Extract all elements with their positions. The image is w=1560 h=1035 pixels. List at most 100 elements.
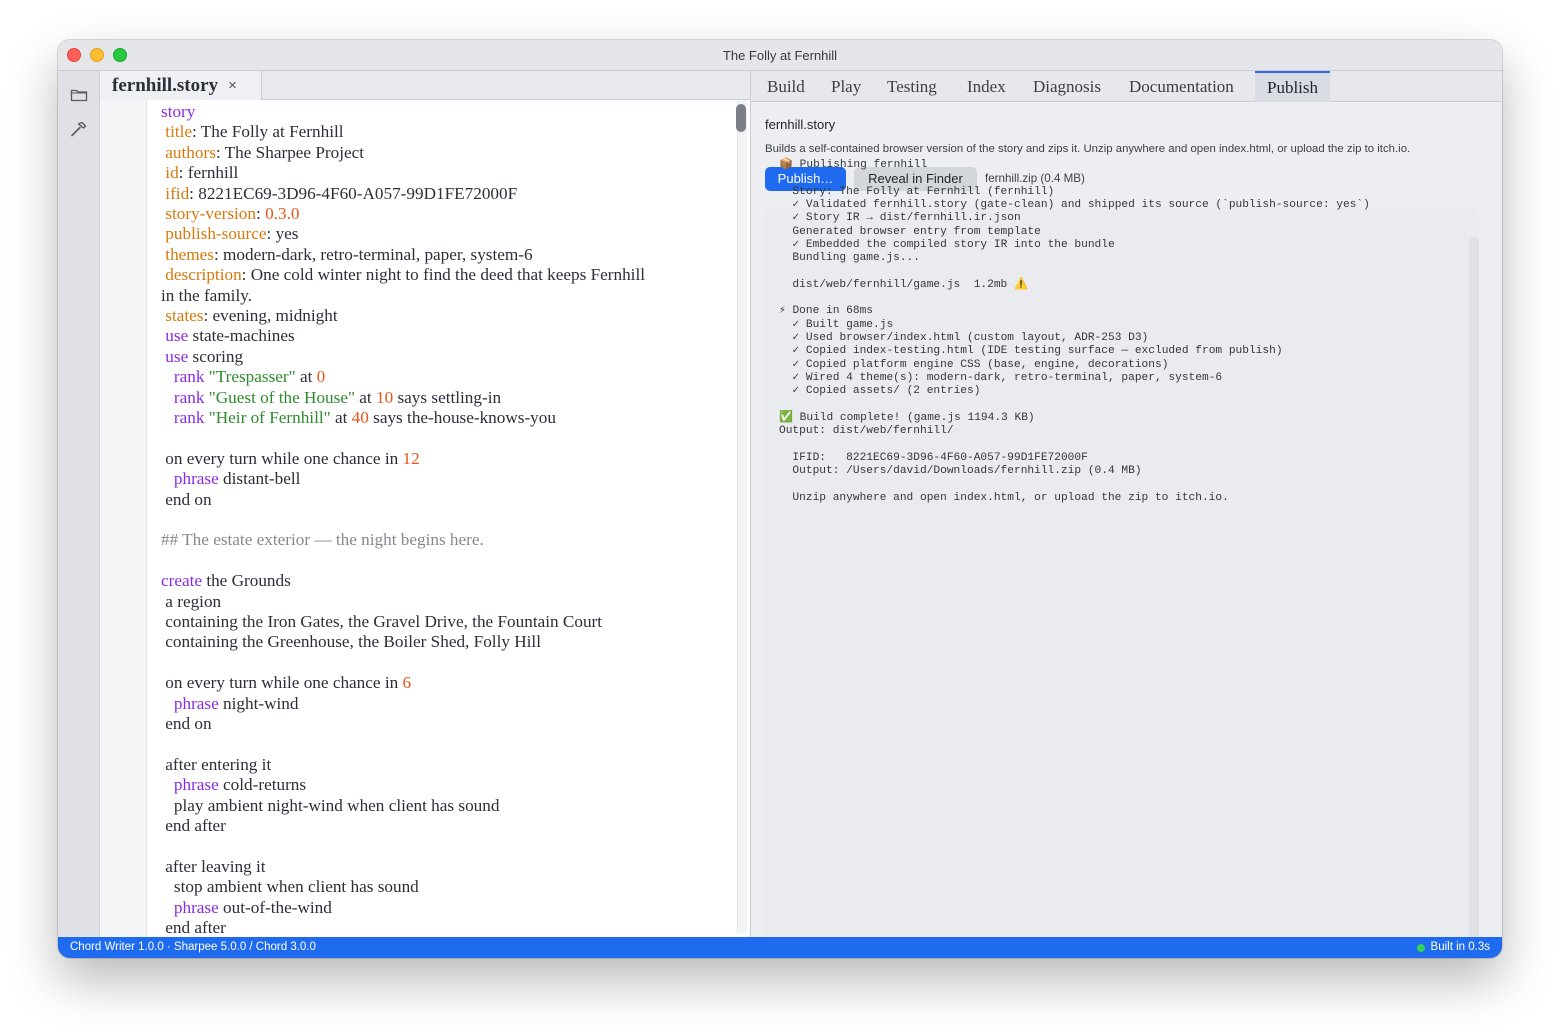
editor-scrollbar-track[interactable]: [737, 100, 747, 933]
code-line[interactable]: 9 description: One cold winter night to …: [147, 265, 732, 285]
code-line[interactable]: 40 end after: [147, 918, 732, 937]
tool-tab-bar: Build Play Testing Index Diagnosis Documentat…: [751, 71, 1502, 102]
code-token: : modern-dark, retro-terminal, paper, sy…: [213, 244, 533, 264]
code-line[interactable]: 36: [147, 836, 732, 856]
code-line[interactable]: 11 use state-machines: [147, 326, 732, 346]
line-text: rank "Guest of the House" at 10 says set…: [161, 388, 501, 408]
code-token: rank: [173, 387, 205, 407]
code-line[interactable]: 30 end on: [147, 714, 732, 734]
code-token: distant-bell: [218, 469, 301, 489]
code-line[interactable]: 14 rank "Guest of the House" at 10 says …: [147, 388, 732, 408]
code-line[interactable]: 20: [147, 510, 732, 530]
code-line[interactable]: 25 containing the Iron Gates, the Gravel…: [147, 612, 732, 632]
code-line[interactable]: 35 end after: [147, 816, 732, 836]
code-line[interactable]: 13 rank "Trespasser" at 0: [147, 367, 732, 387]
code-line[interactable]: 10 states: evening, midnight: [147, 306, 732, 326]
code-token: phrase: [173, 693, 219, 713]
code-token: the Grounds: [202, 571, 291, 591]
code-line[interactable]: 32 after entering it: [147, 755, 732, 775]
code-line[interactable]: 34 play ambient night-wind when client h…: [147, 796, 732, 816]
log-line: ⚡ Done in 68ms: [779, 305, 874, 318]
code-token: a region: [161, 591, 222, 611]
code-line[interactable]: 15 rank "Heir of Fernhill" at 40 says th…: [147, 408, 732, 428]
code-line[interactable]: 6 story-version: 0.3.0: [147, 204, 732, 224]
hammer-icon[interactable]: [69, 119, 89, 139]
code-line[interactable]: 31: [147, 734, 732, 754]
log-line: Story: The Folly at Fernhill (fernhill): [779, 185, 1055, 198]
code-editor[interactable]: 1story2 title: The Folly at Fernhill3 au…: [147, 100, 732, 937]
folder-icon[interactable]: [69, 85, 89, 105]
build-status: Built in 0.3s: [1416, 937, 1490, 958]
code-token: scoring: [188, 346, 244, 366]
log-line: Output: dist/web/fernhill/: [779, 425, 954, 437]
code-line[interactable]: 39 phrase out-of-the-wind: [147, 898, 732, 918]
code-line[interactable]: 33 phrase cold-returns: [147, 775, 732, 795]
log-line: ✓ Built game.js: [779, 318, 894, 331]
code-token: "Guest of the House": [208, 387, 355, 407]
code-line[interactable]: 37 after leaving it: [147, 857, 732, 877]
line-text: themes: modern-dark, retro-terminal, pap…: [161, 244, 533, 265]
code-line[interactable]: 18 phrase distant-bell: [147, 469, 732, 489]
code-token: state-machines: [188, 326, 295, 346]
line-text: after entering it: [161, 755, 271, 775]
line-text: ## The estate exterior — the night begin…: [161, 530, 484, 550]
code-token: play ambient night-wind when client has …: [161, 795, 500, 815]
tab-documentation[interactable]: Documentation: [1117, 71, 1246, 102]
code-line[interactable]: 23create the Grounds: [147, 571, 732, 591]
tab-diagnosis[interactable]: Diagnosis: [1021, 71, 1113, 102]
log-line: ✓ Copied platform engine CSS (base, engi…: [779, 358, 1169, 371]
code-line[interactable]: 16: [147, 428, 732, 448]
code-token: phrase: [173, 897, 219, 917]
editor-tab-fernhill[interactable]: fernhill.story ×: [100, 71, 262, 100]
code-line[interactable]: 24 a region: [147, 592, 732, 612]
code-line[interactable]: 8 themes: modern-dark, retro-terminal, p…: [147, 245, 732, 265]
log-scrollbar[interactable]: [1469, 237, 1479, 951]
line-text: containing the Iron Gates, the Gravel Dr…: [161, 612, 602, 632]
line-text: rank "Trespasser" at 0: [161, 367, 325, 387]
code-token: story-version: [165, 204, 256, 223]
tab-index[interactable]: Index: [955, 71, 1018, 102]
line-text: rank "Heir of Fernhill" at 40 says the-h…: [161, 408, 556, 428]
tab-publish[interactable]: Publish: [1255, 71, 1331, 102]
line-text: phrase distant-bell: [161, 469, 300, 489]
code-token: end after: [161, 816, 226, 835]
close-tab-icon[interactable]: ×: [228, 77, 237, 94]
code-line[interactable]: 17 on every turn while one chance in 12: [147, 449, 732, 469]
code-token: rank: [173, 408, 205, 427]
line-text: title: The Folly at Fernhill: [161, 122, 343, 142]
code-line[interactable]: 2 title: The Folly at Fernhill: [147, 122, 732, 142]
line-text: stop ambient when client has sound: [161, 877, 419, 897]
tab-testing[interactable]: Testing: [875, 71, 949, 102]
editor-pane: fernhill.story × 1story2 title: The Foll…: [100, 71, 750, 937]
code-line[interactable]: 3 authors: The Sharpee Project: [147, 143, 732, 163]
code-line[interactable]: 26 containing the Greenhouse, the Boiler…: [147, 632, 732, 652]
code-line[interactable]: 7 publish-source: yes: [147, 224, 732, 244]
log-line: ✓ Used browser/index.html (custom layout…: [779, 331, 1149, 344]
code-token: says settling-in: [393, 387, 502, 407]
line-text: publish-source: yes: [161, 224, 298, 244]
code-line[interactable]: 28 on every turn while one chance in 6: [147, 673, 732, 693]
code-line[interactable]: in the family.: [147, 286, 732, 306]
tab-play[interactable]: Play: [819, 71, 873, 102]
log-line: IFID: 8221EC69-3D96-4F60-A057-99D1FE7200…: [779, 451, 1088, 464]
code-line[interactable]: 4 id: fernhill: [147, 163, 732, 183]
code-line[interactable]: 38 stop ambient when client has sound: [147, 877, 732, 897]
code-line[interactable]: 29 phrase night-wind: [147, 694, 732, 714]
code-line[interactable]: 5 ifid: 8221EC69-3D96-4F60-A057-99D1FE72…: [147, 184, 732, 204]
code-line[interactable]: 1story: [147, 102, 732, 122]
code-token: : evening, midnight: [203, 306, 338, 325]
line-text: create the Grounds: [161, 571, 291, 591]
code-line[interactable]: 12 use scoring: [147, 347, 732, 367]
code-line[interactable]: 22: [147, 551, 732, 571]
tab-build[interactable]: Build: [755, 71, 817, 102]
code-line[interactable]: 19 end on: [147, 490, 732, 510]
log-line: ✓ Copied index-testing.html (IDE testing…: [779, 345, 1283, 358]
code-token: end after: [161, 918, 226, 937]
code-token: end on: [161, 714, 212, 733]
code-token: after entering it: [161, 754, 272, 774]
log-line: Unzip anywhere and open index.html, or u…: [779, 491, 1229, 504]
code-line[interactable]: 27: [147, 653, 732, 673]
editor-scrollbar-thumb[interactable]: [736, 104, 746, 132]
code-line[interactable]: 21## The estate exterior — the night beg…: [147, 530, 732, 550]
